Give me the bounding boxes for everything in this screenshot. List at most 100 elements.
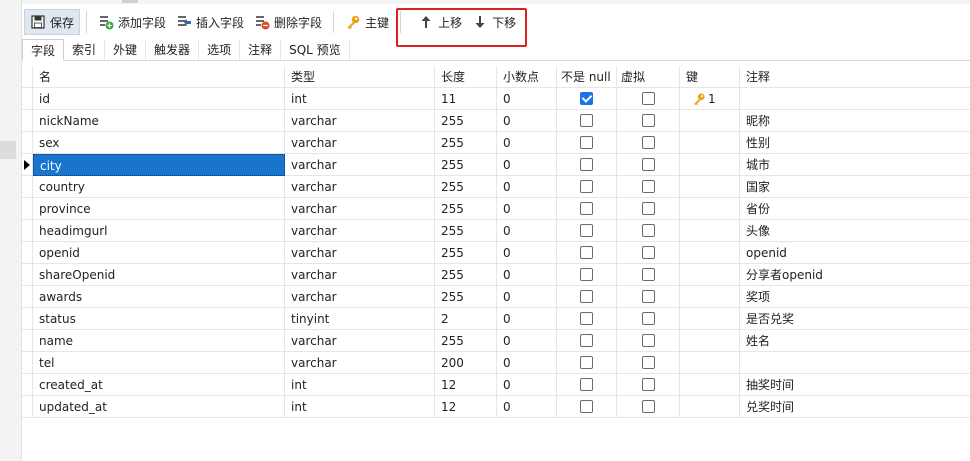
- key-cell[interactable]: [680, 132, 740, 154]
- not-null-checkbox[interactable]: [580, 92, 593, 105]
- field-type-cell[interactable]: int: [285, 374, 435, 396]
- primary-key-button[interactable]: 主键: [340, 9, 394, 35]
- field-decimal-cell[interactable]: 0: [497, 264, 557, 286]
- column-header-name[interactable]: 名: [33, 66, 285, 88]
- not-null-checkbox[interactable]: [580, 246, 593, 259]
- table-row[interactable]: city varchar 255 0 城市: [22, 154, 970, 176]
- field-name-cell[interactable]: sex: [33, 132, 285, 154]
- tab-fields[interactable]: 字段: [22, 39, 65, 61]
- field-decimal-cell[interactable]: 0: [497, 374, 557, 396]
- not-null-checkbox[interactable]: [580, 378, 593, 391]
- table-row[interactable]: name varchar 255 0 姓名: [22, 330, 970, 352]
- virtual-checkbox[interactable]: [641, 400, 655, 413]
- field-decimal-cell[interactable]: 0: [497, 132, 557, 154]
- table-row[interactable]: awards varchar 255 0 奖项: [22, 286, 970, 308]
- field-length-cell[interactable]: 255: [435, 330, 497, 352]
- field-name-cell[interactable]: created_at: [33, 374, 285, 396]
- field-name-cell[interactable]: headimgurl: [33, 220, 285, 242]
- table-row[interactable]: id int 11 0 1: [22, 88, 970, 110]
- key-cell[interactable]: [680, 286, 740, 308]
- field-decimal-cell[interactable]: 0: [497, 154, 557, 176]
- field-length-cell[interactable]: 11: [435, 88, 497, 110]
- field-type-cell[interactable]: varchar: [285, 330, 435, 352]
- field-name-cell[interactable]: name: [33, 330, 285, 352]
- field-type-cell[interactable]: tinyint: [285, 308, 435, 330]
- column-header-comment[interactable]: 注释: [740, 66, 970, 88]
- field-type-cell[interactable]: varchar: [285, 352, 435, 374]
- not-null-checkbox[interactable]: [580, 180, 593, 193]
- not-null-checkbox[interactable]: [580, 114, 593, 127]
- virtual-checkbox[interactable]: [641, 290, 655, 303]
- field-type-cell[interactable]: int: [285, 88, 435, 110]
- field-decimal-cell[interactable]: 0: [497, 176, 557, 198]
- virtual-checkbox[interactable]: [641, 114, 655, 127]
- table-row[interactable]: status tinyint 2 0 是否兑奖: [22, 308, 970, 330]
- save-button[interactable]: 保存: [24, 9, 81, 35]
- field-name-cell[interactable]: country: [33, 176, 285, 198]
- not-null-checkbox[interactable]: [580, 312, 593, 325]
- field-length-cell[interactable]: 12: [435, 396, 497, 418]
- virtual-checkbox[interactable]: [641, 356, 655, 369]
- key-cell[interactable]: [680, 220, 740, 242]
- field-length-cell[interactable]: 255: [435, 154, 497, 176]
- virtual-checkbox[interactable]: [641, 312, 655, 325]
- key-cell[interactable]: [680, 264, 740, 286]
- field-length-cell[interactable]: 255: [435, 110, 497, 132]
- table-row[interactable]: country varchar 255 0 国家: [22, 176, 970, 198]
- table-row[interactable]: updated_at int 12 0 兑奖时间: [22, 396, 970, 418]
- field-length-cell[interactable]: 200: [435, 352, 497, 374]
- column-header-not-null[interactable]: 不是 null: [557, 66, 617, 88]
- field-comment-cell[interactable]: 国家: [740, 176, 970, 198]
- field-name-cell[interactable]: shareOpenid: [33, 264, 285, 286]
- field-length-cell[interactable]: 255: [435, 264, 497, 286]
- key-cell[interactable]: [680, 308, 740, 330]
- field-name-cell[interactable]: status: [33, 308, 285, 330]
- virtual-checkbox[interactable]: [641, 334, 655, 347]
- field-name-cell[interactable]: id: [33, 88, 285, 110]
- field-type-cell[interactable]: varchar: [285, 110, 435, 132]
- column-header-decimal[interactable]: 小数点: [497, 66, 557, 88]
- field-decimal-cell[interactable]: 0: [497, 352, 557, 374]
- key-cell[interactable]: [680, 176, 740, 198]
- key-cell[interactable]: 1: [680, 88, 740, 110]
- field-name-cell[interactable]: tel: [33, 352, 285, 374]
- not-null-checkbox[interactable]: [580, 334, 593, 347]
- virtual-checkbox[interactable]: [641, 136, 655, 149]
- not-null-checkbox[interactable]: [580, 224, 593, 237]
- key-cell[interactable]: [680, 330, 740, 352]
- field-name-cell[interactable]: province: [33, 198, 285, 220]
- field-decimal-cell[interactable]: 0: [497, 198, 557, 220]
- field-comment-cell[interactable]: 奖项: [740, 286, 970, 308]
- column-header-virtual[interactable]: 虚拟: [617, 66, 680, 88]
- field-length-cell[interactable]: 12: [435, 374, 497, 396]
- field-type-cell[interactable]: varchar: [285, 154, 435, 176]
- field-length-cell[interactable]: 255: [435, 286, 497, 308]
- table-row[interactable]: nickName varchar 255 0 昵称: [22, 110, 970, 132]
- key-cell[interactable]: [680, 396, 740, 418]
- not-null-checkbox[interactable]: [580, 356, 593, 369]
- virtual-checkbox[interactable]: [641, 92, 655, 105]
- column-header-key[interactable]: 键: [680, 66, 740, 88]
- field-length-cell[interactable]: 255: [435, 220, 497, 242]
- column-header-type[interactable]: 类型: [285, 66, 435, 88]
- key-cell[interactable]: [680, 110, 740, 132]
- table-row[interactable]: tel varchar 200 0: [22, 352, 970, 374]
- field-comment-cell[interactable]: openid: [740, 242, 970, 264]
- add-field-button[interactable]: 添加字段: [93, 9, 171, 35]
- not-null-checkbox[interactable]: [580, 136, 593, 149]
- key-cell[interactable]: [680, 198, 740, 220]
- field-type-cell[interactable]: int: [285, 396, 435, 418]
- virtual-checkbox[interactable]: [641, 246, 655, 259]
- virtual-checkbox[interactable]: [641, 202, 655, 215]
- table-row[interactable]: openid varchar 255 0 openid: [22, 242, 970, 264]
- not-null-checkbox[interactable]: [580, 290, 593, 303]
- virtual-checkbox[interactable]: [641, 378, 655, 391]
- field-length-cell[interactable]: 255: [435, 198, 497, 220]
- delete-field-button[interactable]: 删除字段: [249, 9, 327, 35]
- field-comment-cell[interactable]: 性别: [740, 132, 970, 154]
- field-decimal-cell[interactable]: 0: [497, 88, 557, 110]
- field-comment-cell[interactable]: 是否兑奖: [740, 308, 970, 330]
- table-row[interactable]: headimgurl varchar 255 0 头像: [22, 220, 970, 242]
- field-name-cell[interactable]: updated_at: [33, 396, 285, 418]
- tab-triggers[interactable]: 触发器: [146, 39, 200, 60]
